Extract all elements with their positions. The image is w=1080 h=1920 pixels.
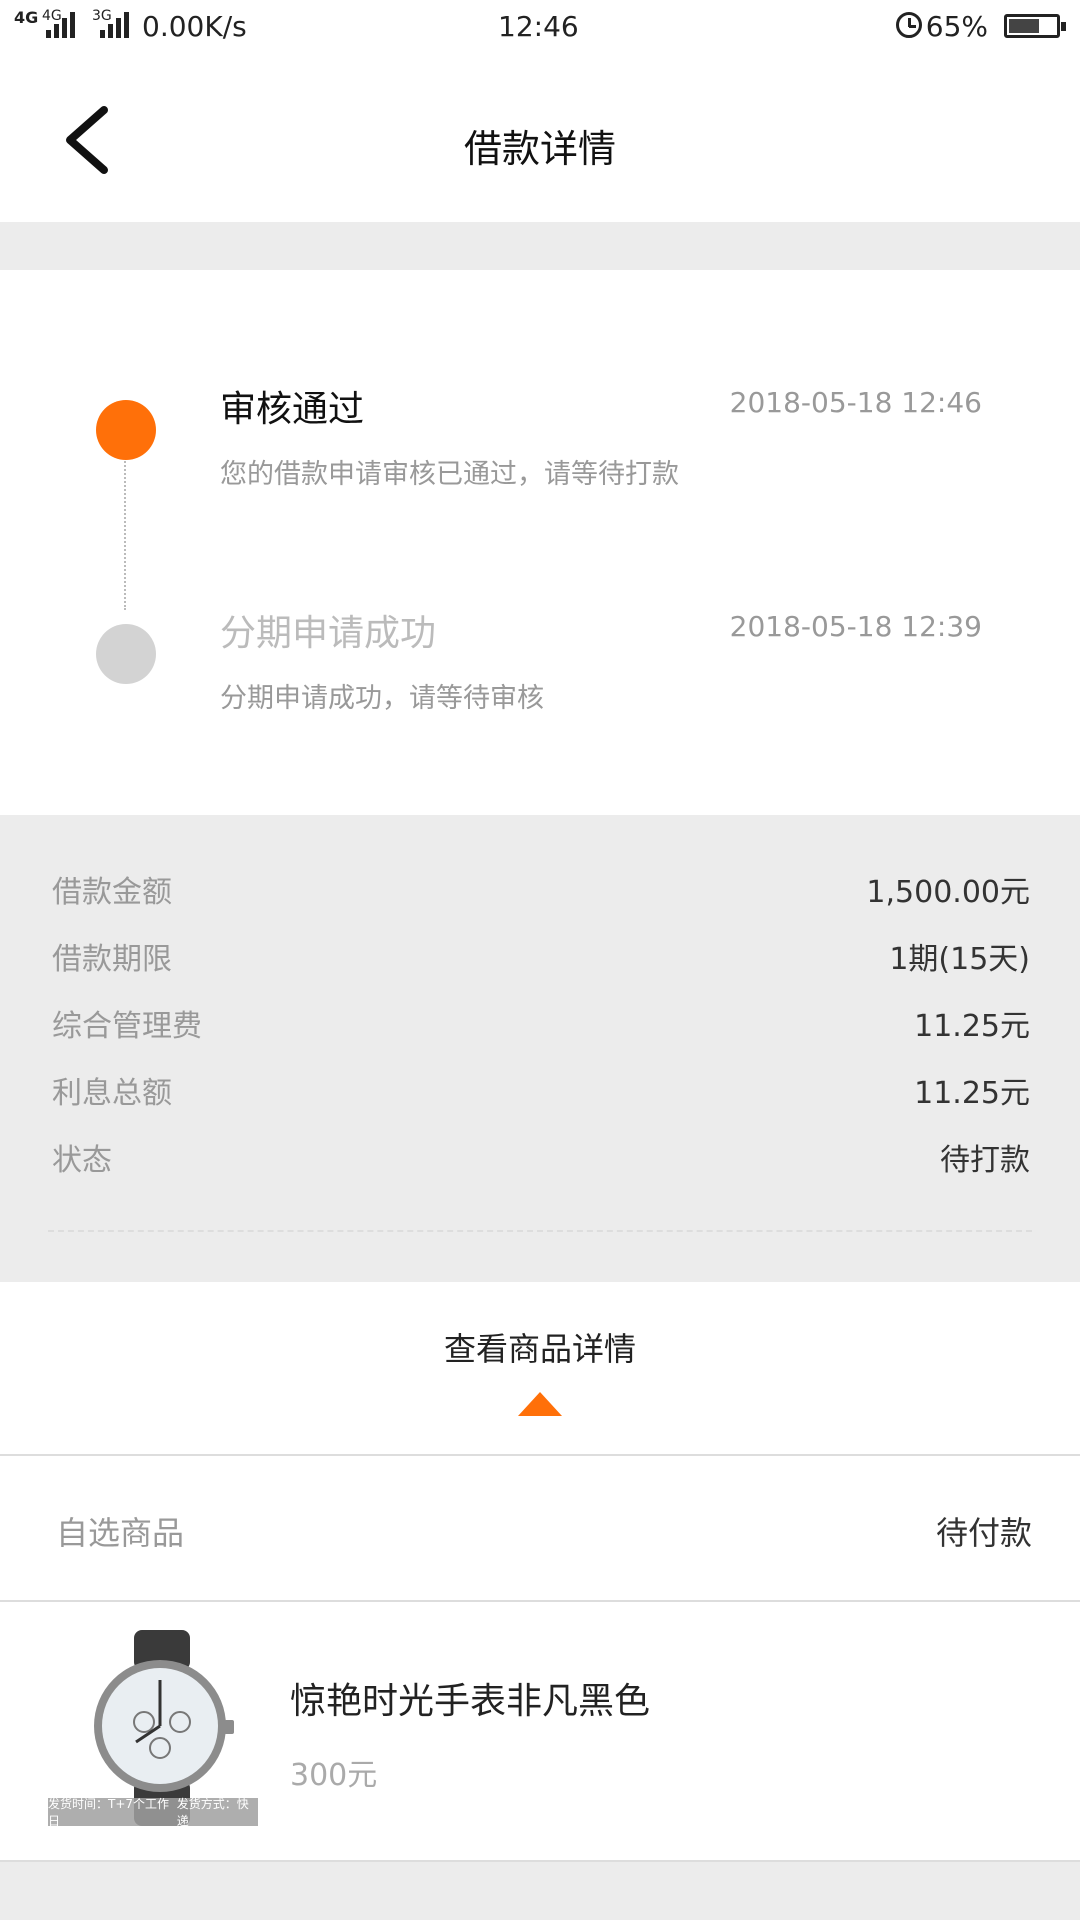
detail-value: 1期(15天) xyxy=(889,942,1030,977)
payment-status: 待付款 xyxy=(935,1514,1032,1552)
shipping-time: 发货时间：T+7个工作日 xyxy=(48,1797,170,1828)
detail-label: 利息总额 xyxy=(52,1076,172,1111)
product-item[interactable]: 发货时间：T+7个工作日 发货方式：快递 惊艳时光手表非凡黑色 300元 xyxy=(0,1602,1080,1862)
timeline-step-time: 2018-05-18 12:39 xyxy=(729,610,982,643)
detail-label: 状态 xyxy=(52,1143,112,1178)
product-section-title: 自选商品 xyxy=(56,1514,185,1552)
detail-label: 借款金额 xyxy=(52,875,172,910)
detail-row-term: 借款期限 1期(15天) xyxy=(52,934,1030,984)
detail-label: 综合管理费 xyxy=(52,1009,202,1044)
timeline-step-time: 2018-05-18 12:46 xyxy=(729,386,982,419)
product-section-header: 自选商品 待付款 xyxy=(0,1456,1080,1602)
network-speed: 0.00K/s xyxy=(142,10,247,43)
timeline-step-title: 审核通过 xyxy=(220,389,365,430)
caret-up-icon xyxy=(518,1392,562,1416)
toggle-label: 查看商品详情 xyxy=(443,1330,636,1368)
detail-row-fee: 综合管理费 11.25元 xyxy=(52,1001,1030,1051)
alarm-icon xyxy=(896,12,922,38)
detail-value: 11.25元 xyxy=(914,1009,1030,1044)
page-title: 借款详情 xyxy=(463,127,616,171)
timeline-dot-active xyxy=(96,400,156,460)
loan-details: 借款金额 1,500.00元 借款期限 1期(15天) 综合管理费 11.25元… xyxy=(0,815,1080,1282)
battery-percent: 65% xyxy=(925,10,988,43)
progress-timeline: 审核通过 2018-05-18 12:46 您的借款申请审核已通过，请等待打款 … xyxy=(0,270,1080,815)
timeline-dot-inactive xyxy=(96,624,156,684)
product-image: 发货时间：T+7个工作日 发货方式：快递 xyxy=(48,1630,258,1828)
status-bar: 4G 4G 3G 0.00K/s 12:46 65% xyxy=(0,0,1080,56)
shipping-method: 发货方式：快递 xyxy=(176,1797,249,1828)
detail-value: 11.25元 xyxy=(914,1076,1030,1111)
view-product-details-button[interactable]: 查看商品详情 xyxy=(0,1282,1080,1456)
timeline-step-title: 分期申请成功 xyxy=(220,613,437,654)
detail-label: 借款期限 xyxy=(52,942,172,977)
signal-icon xyxy=(46,12,75,38)
detail-row-status: 状态 待打款 xyxy=(52,1135,1030,1185)
timeline-step-desc: 您的借款申请审核已通过，请等待打款 xyxy=(220,459,679,490)
detail-row-interest: 利息总额 11.25元 xyxy=(52,1068,1030,1118)
battery-icon xyxy=(1004,14,1066,38)
signal-icon-2 xyxy=(100,12,129,38)
product-price: 300元 xyxy=(290,1758,378,1793)
app-header: 借款详情 xyxy=(0,56,1080,222)
product-name: 惊艳时光手表非凡黑色 xyxy=(290,1681,651,1722)
divider xyxy=(48,1230,1032,1232)
image-caption: 发货时间：T+7个工作日 发货方式：快递 xyxy=(48,1797,258,1828)
detail-value: 待打款 xyxy=(940,1143,1030,1178)
clock: 12:46 xyxy=(498,10,579,43)
detail-value: 1,500.00元 xyxy=(866,875,1030,910)
timeline-step-desc: 分期申请成功，请等待审核 xyxy=(220,683,544,714)
detail-row-amount: 借款金额 1,500.00元 xyxy=(52,867,1030,917)
network-label-1: 4G xyxy=(14,8,39,27)
